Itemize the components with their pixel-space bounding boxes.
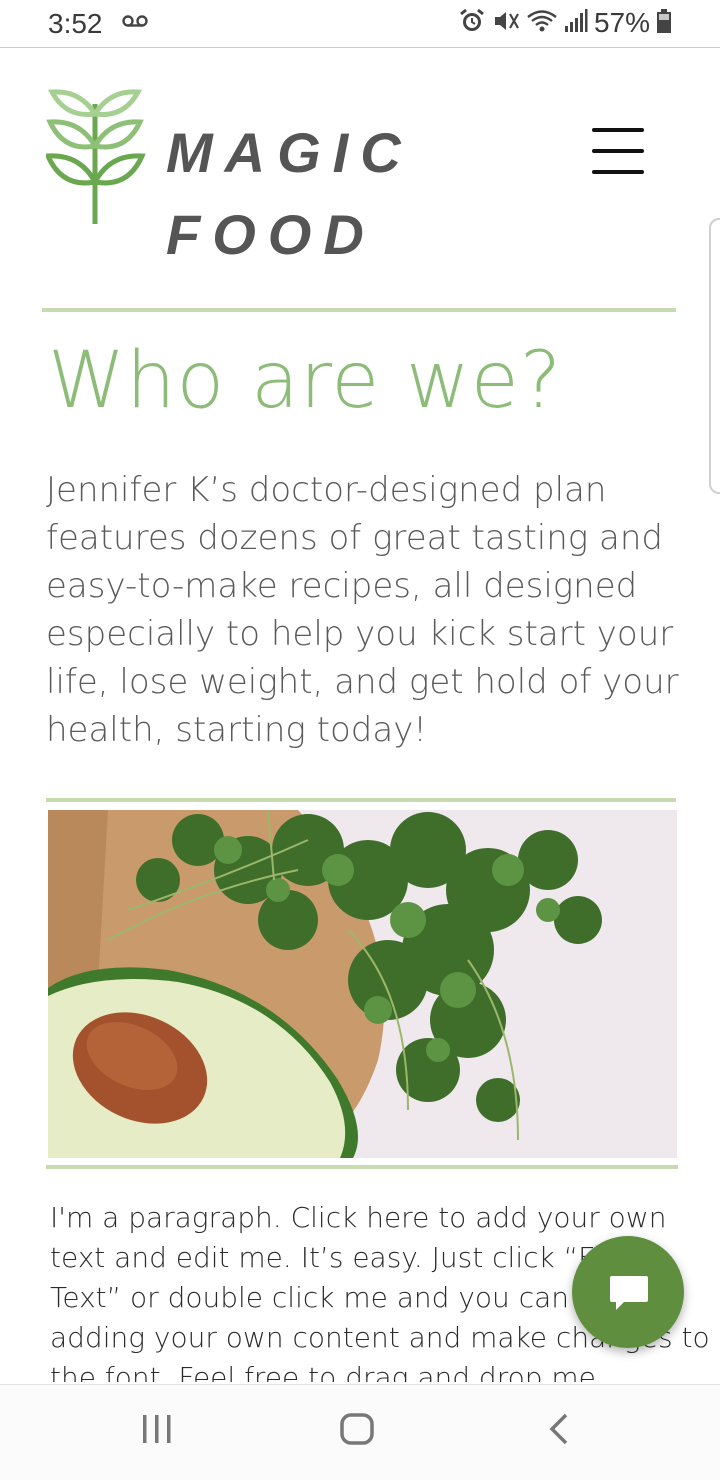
page-heading: Who are we? xyxy=(48,336,563,426)
home-icon[interactable] xyxy=(338,1411,376,1451)
menu-bar xyxy=(592,128,644,132)
system-nav-bar xyxy=(0,1384,720,1480)
battery-icon xyxy=(656,8,672,38)
recents-icon[interactable] xyxy=(140,1411,174,1451)
menu-bar xyxy=(592,170,644,174)
hamburger-menu-icon[interactable] xyxy=(592,126,646,178)
divider xyxy=(46,1165,678,1169)
brand-line-1: MAGIC xyxy=(166,121,413,184)
voicemail-icon xyxy=(122,13,148,33)
menu-bar xyxy=(592,149,644,153)
food-photo xyxy=(48,810,677,1158)
brand-name[interactable]: MAGIC FOOD xyxy=(166,112,413,276)
divider xyxy=(46,798,676,802)
battery-percent: 57% xyxy=(593,7,650,38)
wifi-icon xyxy=(526,8,558,38)
status-bar: 3:52 57% xyxy=(0,0,720,48)
chat-button[interactable] xyxy=(572,1236,684,1348)
chat-bubble-icon xyxy=(608,1274,650,1318)
back-icon[interactable] xyxy=(546,1411,572,1451)
intro-text: Jennifer K’s doctor-designed plan featur… xyxy=(46,470,679,750)
signal-icon xyxy=(564,8,588,38)
status-icons: 57% xyxy=(458,7,672,39)
mute-icon xyxy=(492,8,520,38)
scroll-handle[interactable] xyxy=(709,218,720,494)
brand-line-2: FOOD xyxy=(166,203,376,266)
wheat-leaf-icon[interactable] xyxy=(44,84,146,230)
divider xyxy=(42,308,676,312)
status-time: 3:52 xyxy=(48,8,103,39)
alarm-icon xyxy=(458,8,486,38)
